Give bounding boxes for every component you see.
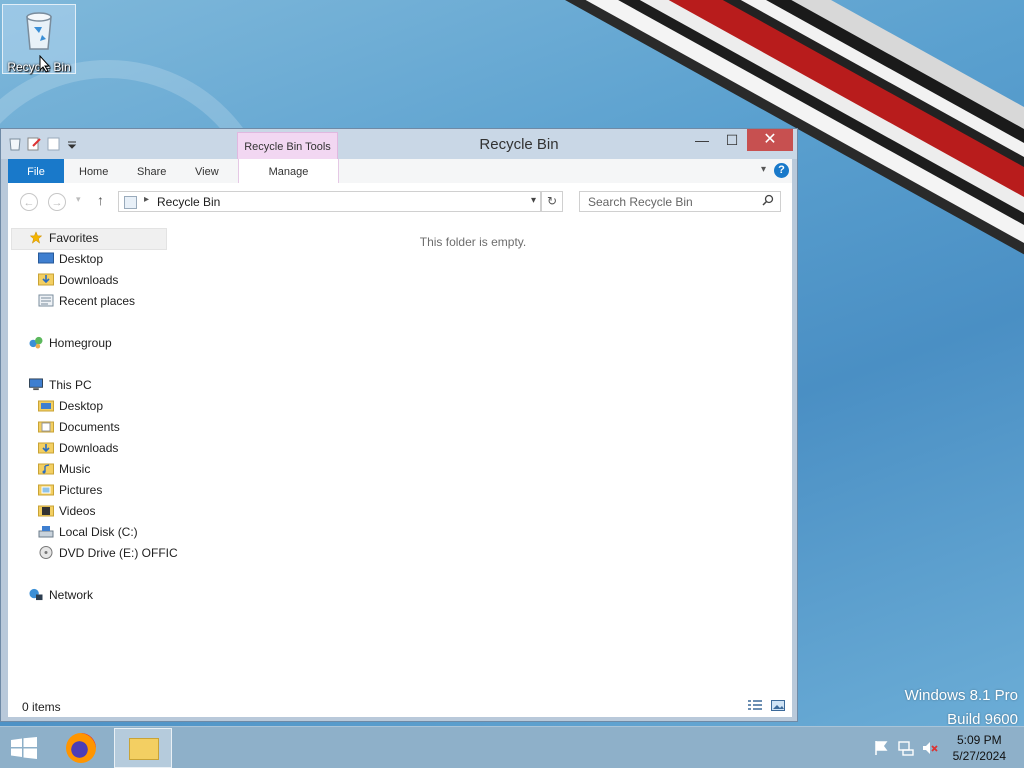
file-list-area[interactable]: This folder is empty.	[178, 219, 792, 695]
empty-folder-message: This folder is empty.	[419, 235, 527, 249]
nav-pc-pictures-label: Pictures	[59, 483, 103, 497]
nav-pc-documents-label: Documents	[59, 420, 120, 434]
action-center-flag-icon[interactable]	[874, 740, 888, 756]
title-bar[interactable]: Recycle Bin Tools Recycle Bin — ☐ ✕	[1, 129, 797, 160]
recent-locations-button[interactable]: ▾	[76, 194, 81, 205]
back-button[interactable]: ←	[20, 193, 38, 211]
recent-places-icon	[38, 294, 54, 307]
nav-pc-music[interactable]: Music	[38, 459, 90, 480]
forward-button[interactable]: →	[48, 193, 66, 211]
computer-icon	[29, 378, 43, 391]
file-explorer-taskbar-button[interactable]	[114, 728, 172, 768]
nav-pc-downloads-label: Downloads	[59, 441, 119, 455]
breadcrumb-recycle-bin[interactable]: Recycle Bin	[157, 195, 220, 209]
clock-time: 5:09 PM	[956, 733, 1002, 747]
nav-pc-videos-label: Videos	[59, 504, 96, 518]
search-placeholder: Search Recycle Bin	[588, 195, 693, 209]
downloads-folder-icon	[38, 442, 54, 454]
status-bar: 0 items	[8, 695, 792, 717]
explorer-window: Recycle Bin Tools Recycle Bin — ☐ ✕ File…	[0, 128, 798, 722]
dvd-drive-icon	[39, 546, 53, 559]
nav-this-pc-label: This PC	[49, 378, 92, 392]
nav-network-label: Network	[49, 588, 94, 602]
search-input[interactable]: Search Recycle Bin	[579, 191, 781, 212]
taskbar: 5:09 PM 5/27/2024	[0, 726, 1024, 768]
nav-pc-downloads[interactable]: Downloads	[38, 438, 118, 459]
tab-home[interactable]: Home	[79, 159, 108, 183]
tab-manage[interactable]: Manage	[238, 159, 339, 183]
tab-file[interactable]: File	[8, 159, 64, 183]
nav-favorites-downloads-label: Downloads	[59, 273, 119, 287]
nav-pc-videos[interactable]: Videos	[38, 501, 95, 522]
window-controls: — ☐ ✕	[687, 129, 793, 151]
nav-favorites[interactable]: Favorites	[28, 228, 98, 249]
tab-view[interactable]: View	[195, 159, 219, 183]
watermark-edition: Windows 8.1 Pro	[904, 687, 1018, 704]
music-folder-icon	[38, 463, 54, 475]
nav-local-disk-c[interactable]: Local Disk (C:)	[38, 522, 138, 543]
nav-recent-places-label: Recent places	[59, 294, 136, 308]
mouse-cursor-icon	[39, 55, 51, 73]
breadcrumb-separator-icon[interactable]: ▸	[144, 194, 149, 205]
recycle-bin-icon	[26, 12, 52, 50]
nav-dvd-drive-e-label: DVD Drive (E:) OFFIC	[59, 546, 178, 560]
documents-folder-icon	[38, 421, 54, 433]
tab-share[interactable]: Share	[137, 159, 166, 183]
windows-logo-icon	[11, 737, 37, 759]
volume-muted-icon[interactable]	[922, 740, 938, 756]
expand-ribbon-icon[interactable]: ▾	[761, 164, 766, 175]
hard-drive-icon	[38, 526, 54, 538]
homegroup-icon	[29, 336, 43, 349]
maximize-button[interactable]: ☐	[717, 129, 747, 151]
up-button[interactable]: ↑	[97, 192, 104, 208]
recycle-bin-address-icon	[124, 196, 137, 209]
recycle-bin-desktop-icon[interactable]: Recycle Bin	[2, 4, 76, 74]
ribbon-tabs: File Home Share View Manage ▾ ?	[8, 159, 792, 184]
nav-favorites-desktop-label: Desktop	[59, 252, 104, 266]
network-status-icon[interactable]	[898, 740, 914, 756]
downloads-icon	[38, 273, 54, 286]
nav-pc-pictures[interactable]: Pictures	[38, 480, 102, 501]
nav-favorites-downloads[interactable]: Downloads	[38, 270, 118, 291]
nav-recent-places[interactable]: Recent places	[38, 291, 135, 312]
windows-watermark: Windows 8.1 Pro Build 9600	[905, 684, 1018, 732]
start-button[interactable]	[11, 737, 37, 759]
nav-dvd-drive-e[interactable]: DVD Drive (E:) OFFIC	[38, 543, 178, 564]
address-bar[interactable]: ▸ Recycle Bin ▾	[118, 191, 541, 212]
details-view-icon[interactable]	[748, 700, 762, 711]
nav-network[interactable]: Network	[28, 585, 93, 606]
system-clock[interactable]: 5:09 PM 5/27/2024	[953, 732, 1006, 764]
navigation-pane: Favorites Desktop Downloads Recent place…	[8, 219, 178, 695]
nav-pc-desktop[interactable]: Desktop	[38, 396, 103, 417]
nav-this-pc[interactable]: This PC	[28, 375, 92, 396]
firefox-taskbar-icon[interactable]	[66, 733, 96, 763]
star-icon	[29, 231, 43, 244]
item-count: 0 items	[22, 700, 61, 714]
nav-homegroup-label: Homegroup	[49, 336, 112, 350]
nav-pc-desktop-label: Desktop	[59, 399, 104, 413]
minimize-button[interactable]: —	[687, 129, 717, 151]
clock-date: 5/27/2024	[952, 749, 1006, 763]
large-icons-view-icon[interactable]	[771, 700, 785, 711]
nav-pc-music-label: Music	[59, 462, 91, 476]
desktop-icon	[38, 252, 54, 264]
nav-favorites-label: Favorites	[49, 231, 99, 245]
help-button[interactable]: ?	[774, 163, 789, 178]
navigation-bar: ← → ▾ ↑ ▸ Recycle Bin ▾ ↻ Search Recycle…	[8, 183, 792, 219]
folder-icon	[38, 400, 54, 412]
videos-folder-icon	[38, 505, 54, 517]
nav-favorites-desktop[interactable]: Desktop	[38, 249, 103, 270]
pictures-folder-icon	[38, 484, 54, 496]
folder-icon	[129, 738, 159, 760]
window-title: Recycle Bin	[479, 136, 559, 153]
close-button[interactable]: ✕	[747, 129, 793, 151]
nav-local-disk-c-label: Local Disk (C:)	[59, 525, 138, 539]
address-dropdown-icon[interactable]: ▾	[531, 195, 536, 206]
nav-pc-documents[interactable]: Documents	[38, 417, 120, 438]
nav-homegroup[interactable]: Homegroup	[28, 333, 112, 354]
refresh-button[interactable]: ↻	[541, 191, 563, 212]
search-icon[interactable]	[762, 194, 774, 206]
network-icon	[29, 588, 43, 601]
